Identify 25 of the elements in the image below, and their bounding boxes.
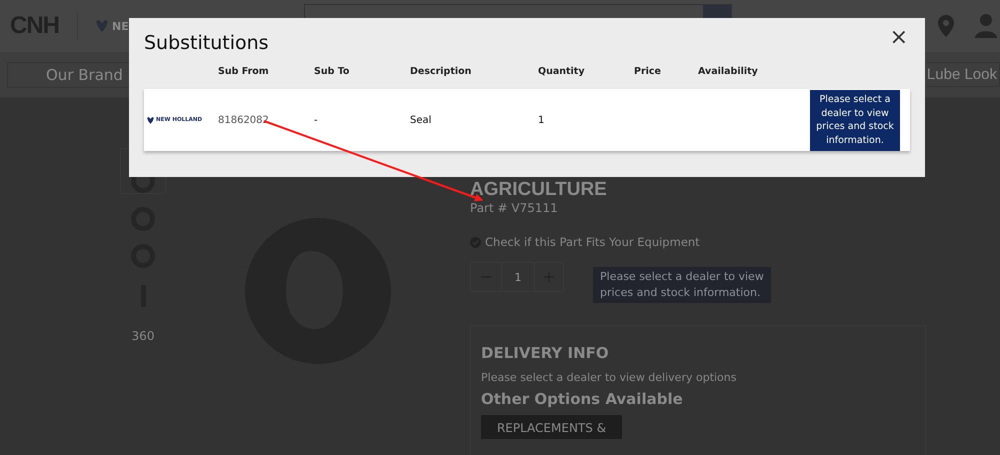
- table-cell-text: -: [314, 114, 319, 126]
- modal-title: Substitutions: [144, 32, 269, 54]
- delivery-title: DELIVERY INFO: [481, 344, 610, 362]
- table-cell-text: Seal: [410, 114, 432, 126]
- column-header: Availability: [698, 66, 759, 77]
- column-header: Description: [410, 66, 472, 77]
- replacements-button[interactable]: REPLACEMENTS &: [481, 415, 622, 439]
- column-header: Sub From: [218, 66, 270, 77]
- column-header: Quantity: [538, 66, 586, 77]
- column-header: Price: [634, 66, 662, 77]
- delivery-text: Please select a dealer to view delivery options: [481, 371, 738, 384]
- fit-check-link[interactable]: Check if this Part Fits Your Equipment: [485, 235, 700, 249]
- part-number: Part # V75111: [470, 201, 559, 215]
- brand-logo-text: NE: [112, 20, 129, 32]
- user-icon[interactable]: [974, 14, 997, 38]
- table-cell-text: 1: [538, 114, 546, 126]
- options-title: Other Options Available: [481, 390, 684, 408]
- location-pin-icon[interactable]: [936, 14, 955, 38]
- product-category: AGRICULTURE: [470, 179, 608, 201]
- close-button[interactable]: ×: [890, 28, 908, 48]
- column-header: Sub To: [314, 66, 350, 77]
- dealer-notice: Please select a dealer to view prices and stock information.: [593, 267, 771, 303]
- 360-view-link[interactable]: 360: [132, 329, 154, 343]
- select-dealer-button[interactable]: Please select a dealer to view prices and stock information.: [810, 90, 900, 150]
- table-cell-text: 81862082: [218, 114, 270, 126]
